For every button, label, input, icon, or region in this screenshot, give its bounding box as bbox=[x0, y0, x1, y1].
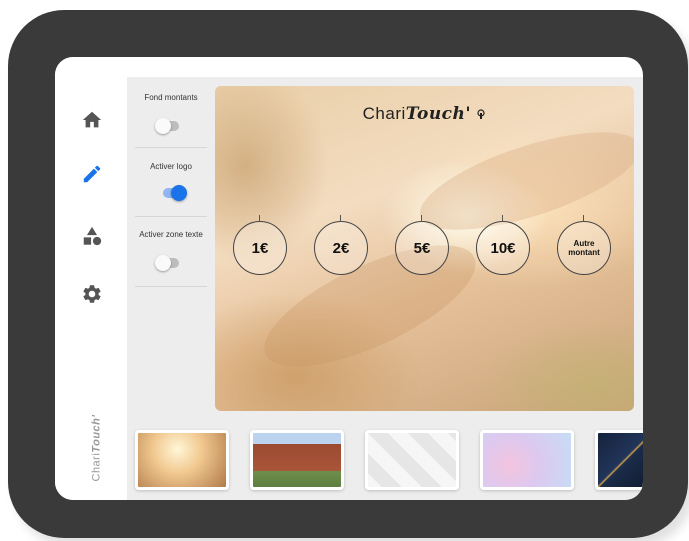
preview-logo: ChariTouch' bbox=[215, 104, 634, 124]
editor-content: Fond montants Activer logo Activer zone … bbox=[127, 77, 643, 500]
amount-buttons: 1€ 2€ 5€ 10€ Autre montant bbox=[233, 215, 623, 281]
tablet-frame: ChariTouch' Fond montants Activer logo A… bbox=[8, 10, 688, 538]
amount-button-2[interactable]: 2€ bbox=[314, 215, 368, 275]
touch-icon bbox=[477, 109, 485, 120]
preview-logo-prefix: Chari bbox=[362, 104, 406, 123]
switch-knob bbox=[155, 255, 171, 271]
thumb-pastel-watercolor[interactable] bbox=[480, 430, 574, 490]
toggle-label-activer-logo: Activer logo bbox=[150, 162, 192, 171]
thumb-brick-building[interactable] bbox=[250, 430, 344, 490]
amount-button-5[interactable]: 5€ bbox=[395, 215, 449, 275]
vertical-logo-bold: Touch' bbox=[90, 414, 103, 453]
toggle-group-activer-zone-texte: Activer zone texte bbox=[135, 230, 207, 287]
toggle-label-activer-zone-texte: Activer zone texte bbox=[139, 230, 203, 239]
thumb-hands-light[interactable] bbox=[135, 430, 229, 490]
amount-button-1[interactable]: 1€ bbox=[233, 215, 287, 275]
toggle-panel: Fond montants Activer logo Activer zone … bbox=[127, 77, 207, 357]
vertical-logo-prefix: Chari bbox=[90, 452, 103, 482]
activer-zone-texte-switch[interactable] bbox=[155, 255, 179, 271]
sidebar: ChariTouch' bbox=[55, 57, 127, 500]
thumb-white-geometric[interactable] bbox=[365, 430, 459, 490]
switch-knob bbox=[171, 185, 187, 201]
activer-logo-switch[interactable] bbox=[163, 185, 187, 201]
thumb-navy-gold[interactable] bbox=[595, 430, 643, 490]
shapes-icon[interactable] bbox=[81, 225, 103, 247]
toggle-group-activer-logo: Activer logo bbox=[135, 162, 207, 217]
vertical-logo: ChariTouch' bbox=[85, 414, 105, 487]
toggle-group-fond-montants: Fond montants bbox=[135, 93, 207, 148]
background-thumbnails bbox=[127, 422, 643, 500]
other-amount-line1: Autre bbox=[573, 239, 595, 248]
amount-button-other[interactable]: Autre montant bbox=[557, 215, 611, 275]
toggle-label-fond-montants: Fond montants bbox=[144, 93, 198, 102]
pencil-icon[interactable] bbox=[81, 163, 103, 185]
other-amount-line2: montant bbox=[568, 248, 600, 257]
donation-screen-preview: ChariTouch' 1€ 2€ 5€ 10€ Autre montant bbox=[215, 86, 634, 411]
gear-icon[interactable] bbox=[81, 283, 103, 305]
fond-montants-switch[interactable] bbox=[155, 118, 179, 134]
app-screen: ChariTouch' Fond montants Activer logo A… bbox=[55, 57, 643, 500]
preview-logo-bold: Touch' bbox=[405, 104, 472, 124]
switch-knob bbox=[155, 118, 171, 134]
amount-button-10[interactable]: 10€ bbox=[476, 215, 530, 275]
home-icon[interactable] bbox=[81, 109, 103, 131]
